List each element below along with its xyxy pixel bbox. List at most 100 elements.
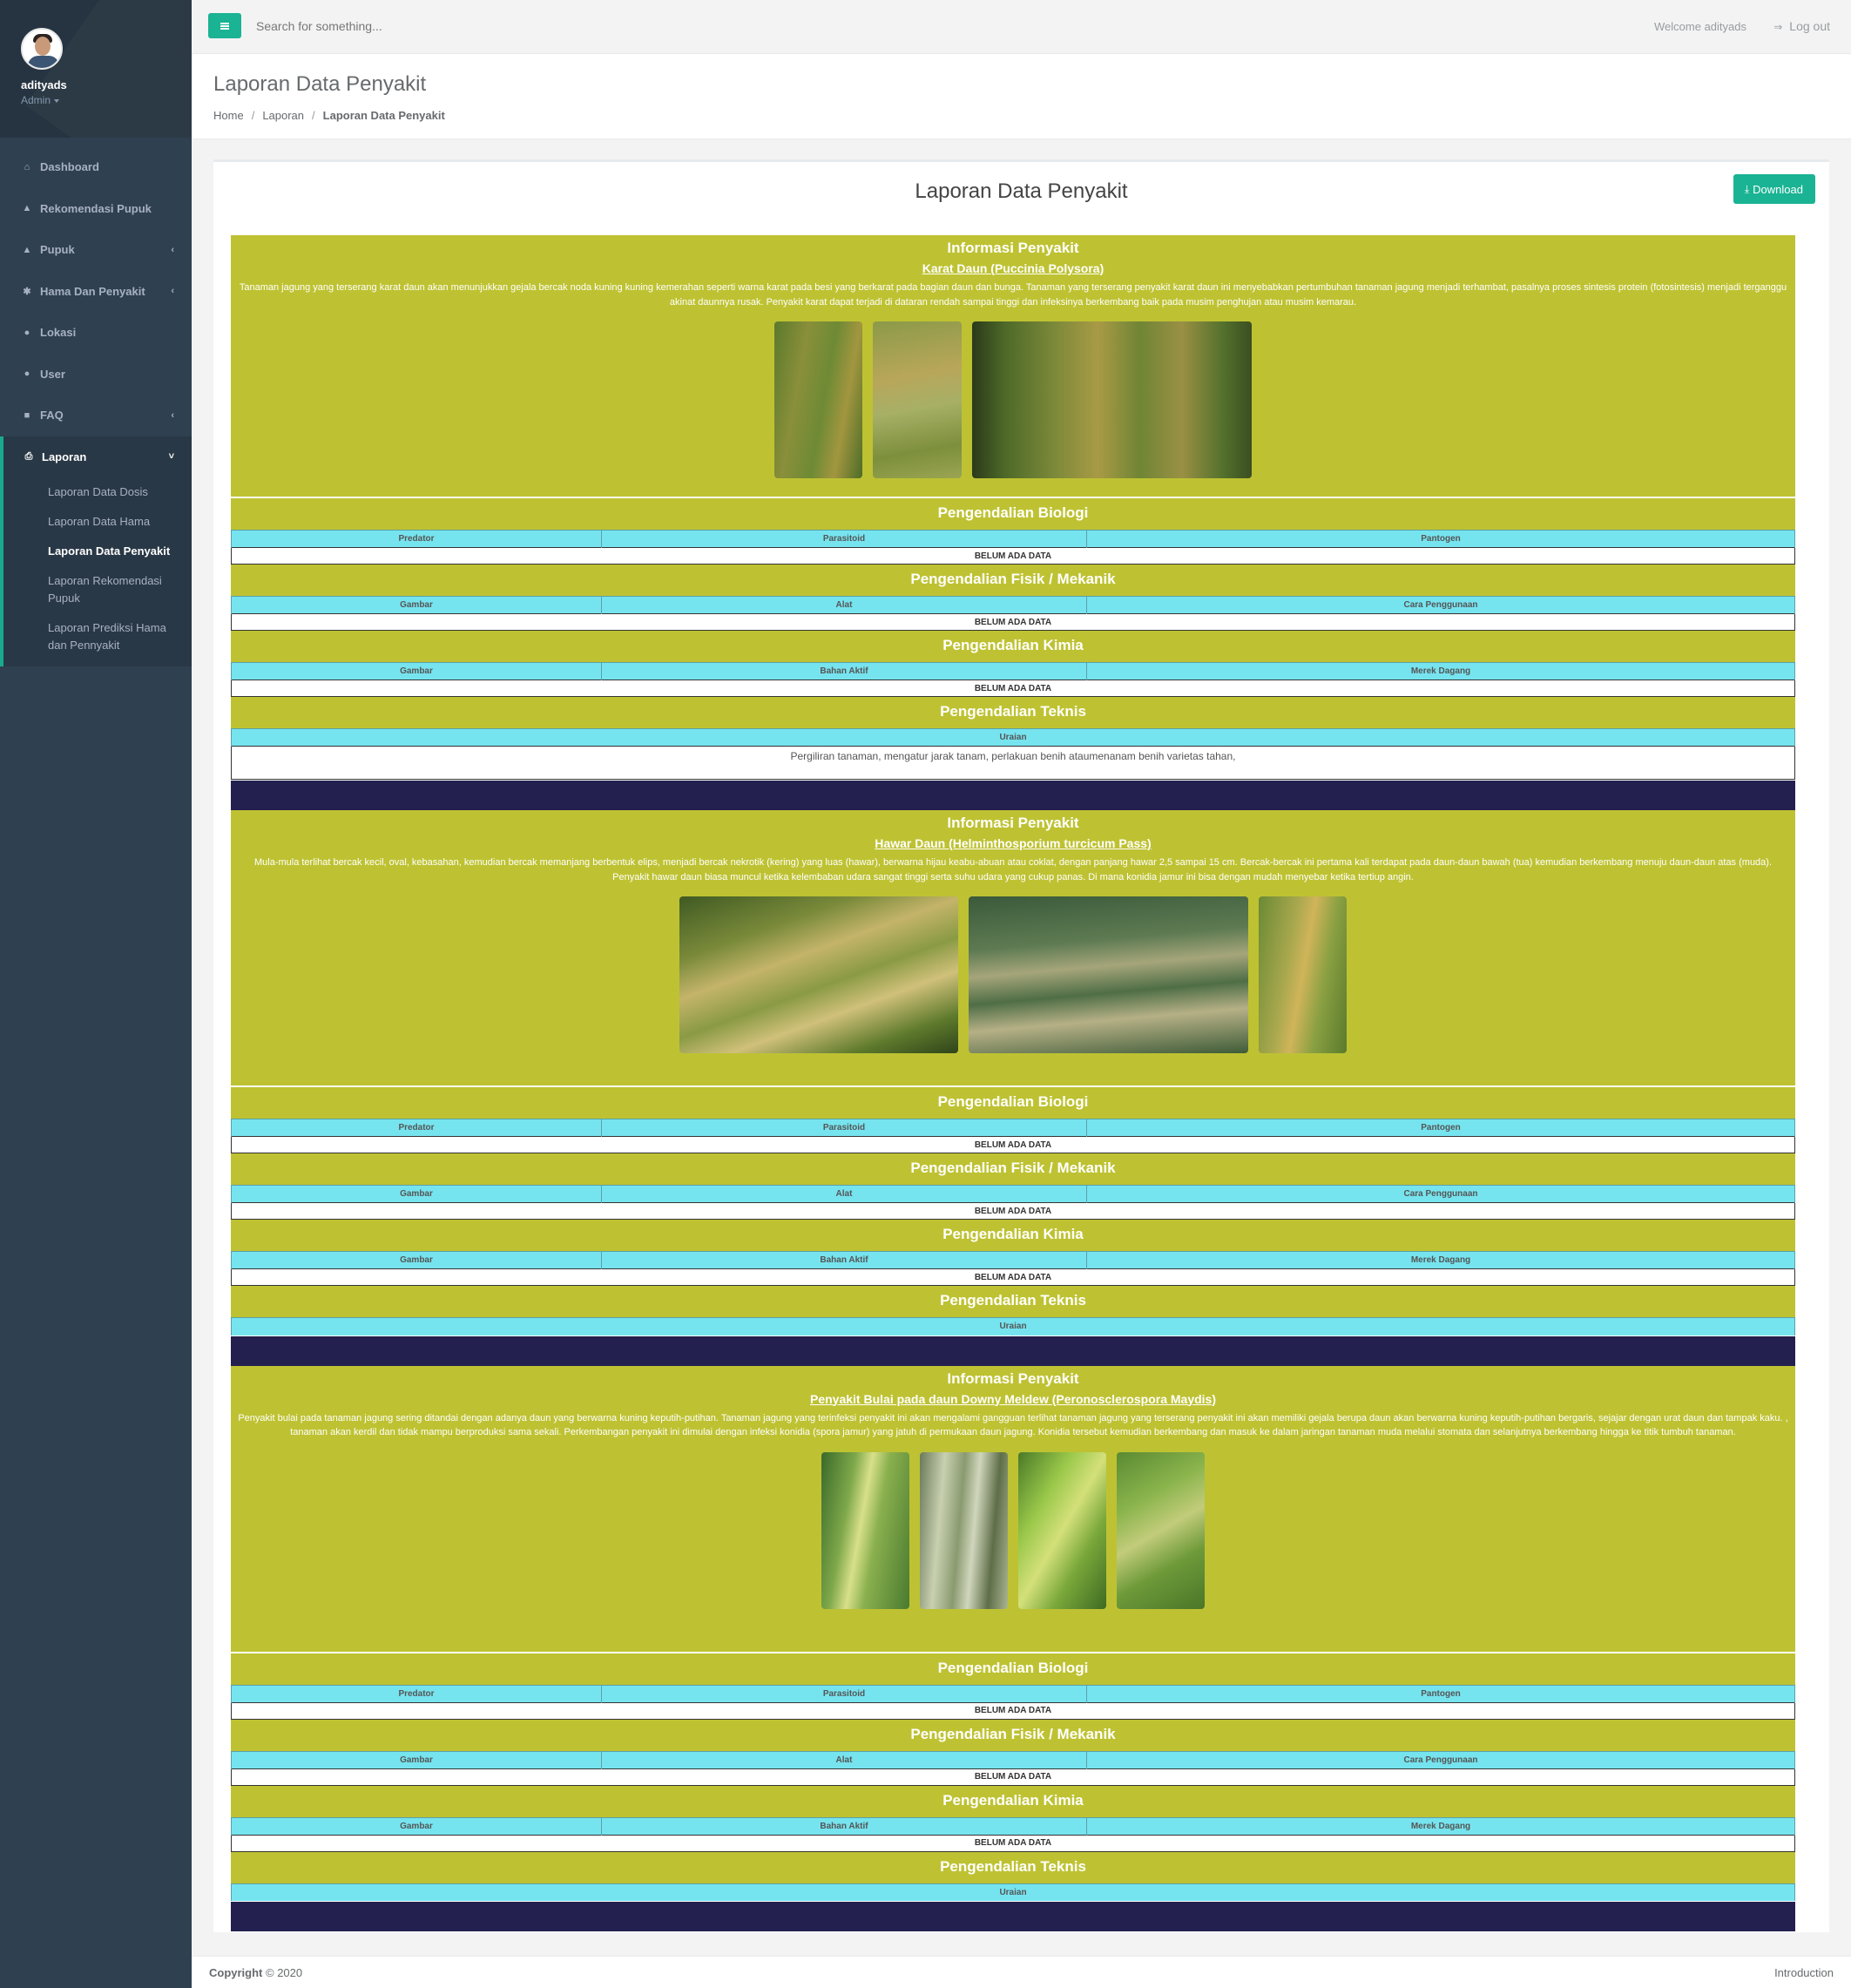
disease-photo[interactable] <box>1259 896 1347 1053</box>
sidebar-subitem-laporan-data-hama[interactable]: Laporan Data Hama <box>3 507 192 537</box>
page-title: Laporan Data Penyakit <box>213 72 427 96</box>
sidebar-item-label: User <box>40 367 65 381</box>
column-header: Merek Dagang <box>1086 1251 1795 1269</box>
sidebar-item-faq[interactable]: ■ FAQ ‹ <box>0 395 192 436</box>
column-header: Uraian <box>231 728 1795 747</box>
disease-section: Informasi Penyakit Karat Daun (Puccinia … <box>231 235 1795 810</box>
column-header: Cara Penggunaan <box>1086 1750 1795 1768</box>
breadcrumb: Home / Laporan / Laporan Data Penyakit <box>213 109 445 122</box>
download-button[interactable]: ⤓ Download <box>1733 174 1815 204</box>
sidebar-item-hama-dan-penyakit[interactable]: ✱ Hama Dan Penyakit ‹ <box>0 271 192 313</box>
logout-link[interactable]: ⇒ Log out <box>1773 19 1830 33</box>
profile-role-dropdown[interactable]: Admin <box>21 94 192 106</box>
empty-row: BELUM ADA DATA <box>231 1268 1795 1286</box>
table-kimia: Gambar Bahan Aktif Merek Dagang BELUM ADA … <box>231 1816 1795 1852</box>
sidebar-group-laporan: ⎙ Laporan ˅ Laporan Data Dosis Laporan Dat… <box>0 436 192 666</box>
page-heading: Laporan Data Penyakit Home / Laporan / Lapor… <box>192 54 1851 139</box>
disease-description: Mula-mula terlihat bercak kecil, oval, k… <box>253 857 1773 882</box>
disease-photo[interactable] <box>774 321 862 478</box>
sidebar-item-lokasi[interactable]: ● Lokasi <box>0 312 192 354</box>
table-teknis: Uraian <box>231 1317 1795 1335</box>
section-header-teknis: Pengendalian Teknis <box>231 1851 1795 1883</box>
sidebar-item-laporan[interactable]: ⎙ Laporan ˅ <box>3 436 192 478</box>
chevron-left-icon: ‹ <box>171 244 174 255</box>
sidebar-item-rekomendasi-pupuk[interactable]: ▲ Rekomendasi Pupuk <box>0 188 192 230</box>
profile-role-label: Admin <box>21 94 51 106</box>
section-header-info: Informasi Penyakit <box>231 235 1795 260</box>
column-header: Pantogen <box>1086 1119 1795 1137</box>
column-header: Uraian <box>231 1883 1795 1901</box>
section-header-kimia: Pengendalian Kimia <box>231 1220 1795 1251</box>
menu-toggle-button[interactable] <box>208 13 241 38</box>
search-input[interactable] <box>256 16 605 37</box>
home-icon: ⌂ <box>24 161 30 172</box>
sidebar-subitem-laporan-data-penyakit[interactable]: Laporan Data Penyakit <box>3 537 192 566</box>
column-header: Parasitoid <box>601 1684 1087 1702</box>
table-biologi: Predator Parasitoid Pantogen BELUM ADA DAT… <box>231 1684 1795 1720</box>
table-biologi: Predator Parasitoid Pantogen BELUM ADA DAT… <box>231 530 1795 565</box>
section-divider <box>231 781 1795 810</box>
avatar[interactable] <box>21 28 63 70</box>
profile-name[interactable]: adityads <box>21 78 192 91</box>
sign-out-icon: ⇒ <box>1773 21 1783 33</box>
footer-copyright: Copyright © 2020 <box>209 1966 302 1979</box>
column-header: Merek Dagang <box>1086 1816 1795 1835</box>
disease-photo[interactable] <box>821 1451 909 1609</box>
panel-title: Laporan Data Penyakit <box>915 179 1128 203</box>
table-teknis: Uraian <box>231 1883 1795 1901</box>
report-body: Informasi Penyakit Karat Daun (Puccinia … <box>231 235 1795 1931</box>
disease-photo[interactable] <box>1117 1451 1205 1609</box>
column-header: Bahan Aktif <box>601 1816 1087 1835</box>
disease-photo[interactable] <box>679 896 958 1053</box>
section-header-biologi: Pengendalian Biologi <box>231 1653 1795 1685</box>
column-header: Pantogen <box>1086 1684 1795 1702</box>
sidebar-subitem-laporan-prediksi[interactable]: Laporan Prediksi Hama dan Pennyakit <box>3 613 192 666</box>
sidebar-item-user[interactable]: ● User <box>0 354 192 396</box>
section-divider <box>231 1902 1795 1931</box>
disease-photo[interactable] <box>972 321 1252 478</box>
disease-photo[interactable] <box>873 321 962 478</box>
disease-name-link[interactable]: Karat Daun (Puccinia Polysora) <box>231 260 1795 281</box>
sidebar-item-pupuk[interactable]: ▲ Pupuk ‹ <box>0 229 192 271</box>
column-header: Pantogen <box>1086 530 1795 548</box>
section-header-kimia: Pengendalian Kimia <box>231 1785 1795 1817</box>
sidebar-item-label: Dashboard <box>40 160 99 174</box>
disease-photo[interactable] <box>920 1451 1008 1609</box>
info-block: Penyakit Bulai pada daun Downy Meldew (P… <box>231 1390 1795 1652</box>
disease-photo[interactable] <box>969 896 1248 1053</box>
empty-row: BELUM ADA DATA <box>231 1202 1795 1220</box>
breadcrumb-current: Laporan Data Penyakit <box>322 109 445 122</box>
empty-row: BELUM ADA DATA <box>231 1768 1795 1786</box>
copyright-year: © 2020 <box>266 1966 303 1979</box>
breadcrumb-laporan[interactable]: Laporan <box>262 109 304 122</box>
section-header-fisik: Pengendalian Fisik / Mekanik <box>231 565 1795 596</box>
column-header: Alat <box>601 1185 1087 1203</box>
sidebar-subitem-laporan-data-dosis[interactable]: Laporan Data Dosis <box>3 477 192 507</box>
disease-description: Penyakit bulai pada tanaman jagung serin… <box>238 1412 1788 1438</box>
print-icon: ⎙ <box>24 450 33 462</box>
disease-name-link[interactable]: Penyakit Bulai pada daun Downy Meldew (P… <box>231 1390 1795 1411</box>
hamburger-icon <box>220 22 229 30</box>
disease-photo[interactable] <box>1018 1451 1106 1609</box>
welcome-text: Welcome adityads <box>1654 20 1746 33</box>
column-header: Predator <box>231 530 602 548</box>
sidebar-subitem-laporan-rekomendasi-pupuk[interactable]: Laporan Rekomendasi Pupuk <box>3 566 192 613</box>
footer-introduction: Introduction <box>1774 1966 1834 1979</box>
chevron-down-icon: ˅ <box>168 451 174 463</box>
column-header: Predator <box>231 1119 602 1137</box>
breadcrumb-home[interactable]: Home <box>213 109 244 122</box>
topbar: Welcome adityads ⇒ Log out <box>192 0 1851 54</box>
report-panel: Laporan Data Penyakit ⤓ Download Informas… <box>213 159 1829 1932</box>
disease-section: Informasi Penyakit Penyakit Bulai pada d… <box>231 1365 1795 1931</box>
disease-description: Tanaman jagung yang terserang karat daun… <box>239 282 1787 308</box>
user-icon: ● <box>24 369 30 380</box>
chevron-left-icon: ‹ <box>171 286 174 297</box>
column-header: Cara Penggunaan <box>1086 1185 1795 1203</box>
sidebar-item-dashboard[interactable]: ⌂ Dashboard <box>0 146 192 188</box>
photo-gallery <box>231 1451 1795 1609</box>
disease-name-link[interactable]: Hawar Daun (Helminthosporium turcicum Pa… <box>231 835 1795 855</box>
column-header: Parasitoid <box>601 530 1087 548</box>
caret-down-icon <box>54 98 60 103</box>
column-header: Alat <box>601 596 1087 614</box>
section-header-teknis: Pengendalian Teknis <box>231 697 1795 728</box>
